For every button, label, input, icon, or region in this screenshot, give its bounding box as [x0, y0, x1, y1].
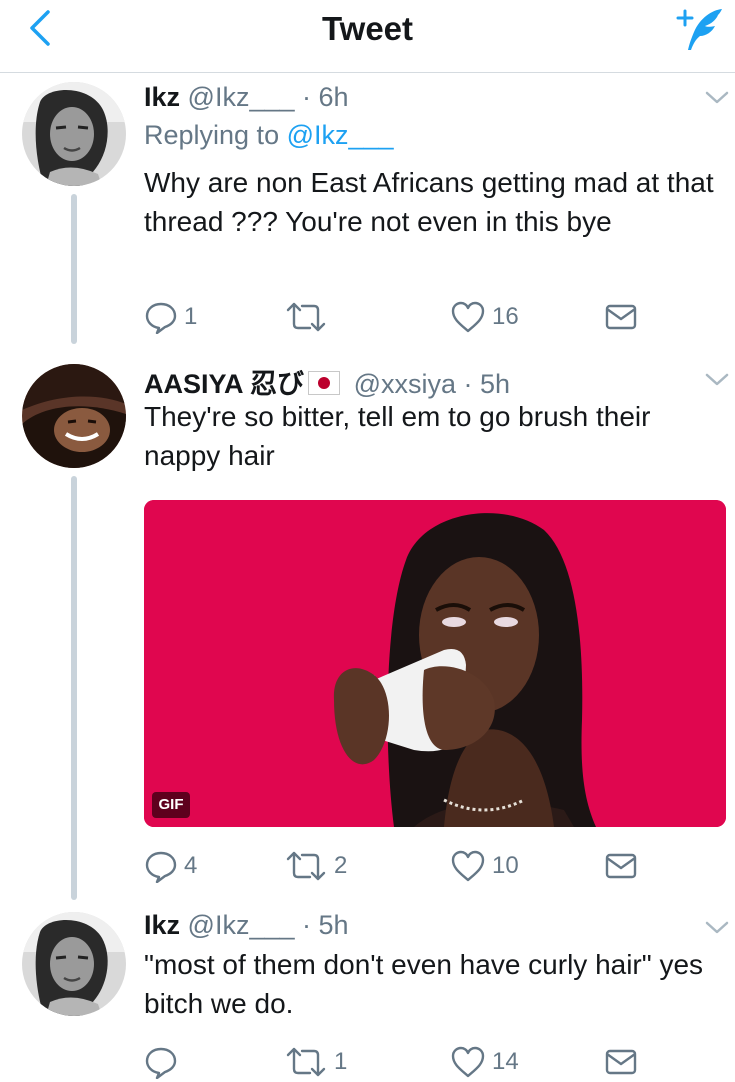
nav-bar: Tweet [0, 0, 735, 73]
tweet-text: They're so bitter, tell em to go brush t… [144, 401, 651, 471]
message-button[interactable] [604, 846, 638, 886]
gif-image [144, 500, 726, 827]
timestamp: · 5h [463, 369, 511, 399]
gif-media[interactable] [144, 500, 726, 827]
timestamp: · 5h [302, 910, 349, 940]
tweet-header: AASIYA 忍び @xxsiya · 5h [144, 362, 510, 401]
tweet-header: Ikz @Ikz___ · 6h [144, 82, 349, 113]
handle[interactable]: @xxsiya [354, 369, 456, 399]
thread-line [71, 476, 77, 900]
replying-to-label: Replying to [144, 120, 280, 150]
tweet-3[interactable]: Ikz @Ikz___ · 5h "most of them don't eve… [0, 900, 735, 1082]
handle[interactable]: @Ikz___ [188, 82, 295, 112]
reply-button[interactable]: 4 [144, 846, 197, 886]
reply-icon [145, 1047, 177, 1079]
display-name[interactable]: AASIYA 忍び [144, 369, 304, 399]
heart-icon [451, 301, 485, 333]
tweet-1[interactable]: Ikz @Ikz___ · 6h Replying to @Ikz___ Why… [0, 72, 735, 352]
chevron-down-icon[interactable] [703, 919, 731, 937]
envelope-icon [605, 1049, 637, 1075]
retweet-icon [286, 302, 326, 332]
avatar[interactable] [22, 364, 126, 468]
retweet-count: 2 [334, 852, 348, 879]
flag-japan-icon [308, 371, 341, 395]
compose-tweet-icon[interactable] [672, 6, 724, 52]
reply-button[interactable]: 1 [144, 297, 197, 337]
timestamp: · 6h [302, 82, 349, 112]
display-name[interactable]: Ikz [144, 82, 180, 112]
avatar[interactable] [22, 82, 126, 186]
message-button[interactable] [604, 1042, 638, 1082]
tweet-header: Ikz @Ikz___ · 5h [144, 910, 349, 941]
page-title: Tweet [321, 10, 414, 47]
replying-to: Replying to @Ikz___ [144, 120, 394, 151]
tweet-text: "most of them don't even have curly hair… [144, 949, 704, 1019]
retweet-icon [286, 851, 326, 881]
replying-to-handle[interactable]: @Ikz___ [287, 120, 394, 150]
reply-button[interactable] [144, 1042, 184, 1082]
like-count: 10 [492, 852, 519, 879]
like-count: 14 [492, 1048, 519, 1075]
reply-icon [145, 851, 177, 883]
like-count: 16 [492, 303, 519, 330]
thread-line [71, 194, 77, 344]
message-button[interactable] [604, 297, 638, 337]
tweet-text: Why are non East Africans getting mad at… [144, 167, 714, 237]
gif-badge: GIF [152, 792, 190, 818]
retweet-button[interactable] [284, 297, 334, 337]
like-button[interactable]: 10 [450, 846, 519, 886]
tweet-actions: 1 14 [144, 1042, 644, 1082]
display-name[interactable]: Ikz [144, 910, 180, 940]
retweet-button[interactable]: 1 [284, 1042, 347, 1082]
envelope-icon [605, 304, 637, 330]
envelope-icon [605, 853, 637, 879]
like-button[interactable]: 14 [450, 1042, 519, 1082]
retweet-icon [286, 1047, 326, 1077]
retweet-button[interactable]: 2 [284, 846, 347, 886]
chevron-down-icon[interactable] [703, 371, 731, 389]
heart-icon [451, 850, 485, 882]
tweet-actions: 1 16 [144, 297, 644, 337]
retweet-count: 1 [334, 1048, 348, 1075]
reply-count: 4 [184, 852, 198, 879]
chevron-down-icon[interactable] [703, 89, 731, 107]
heart-icon [451, 1046, 485, 1078]
reply-icon [145, 302, 177, 334]
avatar[interactable] [22, 912, 126, 1016]
like-button[interactable]: 16 [450, 297, 519, 337]
handle[interactable]: @Ikz___ [188, 910, 295, 940]
reply-count: 1 [184, 303, 198, 330]
tweet-actions: 4 2 10 [144, 846, 644, 886]
